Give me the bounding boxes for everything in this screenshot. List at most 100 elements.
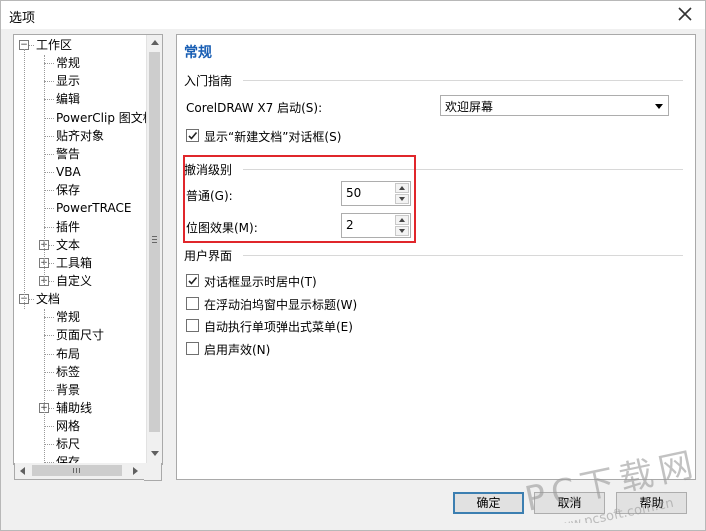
tree-connector (44, 172, 54, 174)
tree-connector (44, 99, 54, 101)
tree-item-label: 显示 (56, 74, 81, 89)
tree-item-label: 保存 (56, 183, 81, 198)
tree-hscroll-thumb[interactable] (32, 465, 122, 476)
tree-connector (44, 208, 54, 210)
tree-item[interactable]: 工具箱 (56, 254, 92, 272)
chevron-down-icon (655, 104, 663, 109)
section-user-interface: 用户界面 (184, 249, 233, 263)
tree-horizontal-scrollbar[interactable] (14, 463, 146, 480)
tree-item-label: 插件 (56, 219, 81, 234)
tree-scroll-thumb[interactable] (149, 52, 160, 432)
tree-connector (44, 353, 54, 355)
settings-panel: 常规 入门指南 CorelDRAW X7 启动(S): 欢迎屏幕 显示“新建文档… (176, 34, 696, 480)
show-new-doc-checkbox[interactable] (186, 129, 199, 142)
tree-item[interactable]: PowerTRACE (56, 199, 131, 217)
options-dialog: 选项 工作区 − 常规 显示 编辑 PowerClip 图文框 贴齐对象 警告 VBA 保存 Pow… (0, 0, 706, 531)
tree-item-label: 文本 (56, 237, 81, 252)
tree-item[interactable]: VBA (56, 163, 81, 181)
tree-connector (44, 309, 45, 464)
tree-connector (24, 49, 25, 309)
checkmark-icon (188, 276, 198, 285)
tree-item-label: 布局 (56, 346, 81, 361)
tree-connector (44, 335, 54, 337)
tree-connector (44, 226, 54, 228)
tree-item-label: 自定义 (56, 273, 93, 288)
tree-item[interactable]: 文本 (56, 236, 80, 254)
scroll-down-arrow-icon[interactable] (151, 451, 159, 456)
section-divider (243, 255, 683, 256)
tree-item[interactable]: 页面尺寸 (56, 326, 104, 344)
tree-item-label: 贴齐对象 (56, 128, 105, 143)
tree-item-label: 工具箱 (56, 255, 93, 270)
tree-item[interactable]: 警告 (56, 145, 80, 163)
ui-option-label: 对话框显示时居中(T) (204, 275, 317, 289)
ui-option-label: 自动执行单项弹出式菜单(E) (204, 320, 353, 334)
startup-label: CorelDRAW X7 启动(S): (186, 101, 323, 115)
tree-item-label: 网格 (56, 419, 81, 434)
scroll-up-arrow-icon[interactable] (151, 40, 159, 45)
tree-item[interactable]: 编辑 (56, 90, 80, 108)
tree-item[interactable]: 插件 (56, 218, 80, 236)
tree-item[interactable]: 工作区 (36, 36, 72, 54)
dialog-title: 选项 (9, 11, 36, 26)
tree-connector (44, 190, 54, 192)
tree-connector (44, 153, 54, 155)
tree-item-label: 工作区 (36, 38, 73, 52)
tree-connector (44, 117, 54, 119)
panel-title: 常规 (184, 45, 212, 61)
tree-item[interactable]: 常规 (56, 308, 80, 326)
ui-option-label: 启用声效(N) (204, 342, 271, 357)
close-button[interactable] (673, 3, 697, 25)
ui-option-label: 在浮动泊坞窗中显示标题(W) (204, 297, 358, 312)
tree-item-label: 常规 (56, 56, 81, 71)
tree-item-label: 文档 (36, 292, 61, 307)
category-tree[interactable]: 工作区 − 常规 显示 编辑 PowerClip 图文框 贴齐对象 警告 VBA 保存 PowerT… (13, 34, 163, 465)
section-divider (243, 80, 683, 81)
tree-item[interactable]: PowerClip 图文框 (56, 109, 155, 127)
tree-item[interactable]: 自定义 (56, 272, 92, 290)
ui-option-checkbox[interactable] (186, 341, 199, 355)
tree-item-label: 页面尺寸 (56, 328, 105, 343)
tree-connector (44, 444, 54, 446)
tree-item[interactable]: 标尺 (56, 435, 80, 453)
startup-dropdown[interactable]: 欢迎屏幕 (440, 95, 669, 116)
ui-option-checkbox[interactable] (186, 319, 199, 332)
scroll-right-arrow-icon[interactable] (133, 467, 138, 475)
tree-connector (44, 371, 54, 373)
title-bar: 选项 (1, 1, 705, 29)
tree-item[interactable]: 背景 (56, 381, 80, 399)
close-icon (678, 7, 692, 21)
ui-option-checkbox[interactable] (186, 274, 199, 287)
tree-item-label: PowerTRACE (56, 201, 132, 216)
tree-connector (44, 389, 54, 391)
ui-option-checkbox[interactable] (186, 296, 199, 310)
tree-connector (44, 135, 54, 137)
tree-item-label: 背景 (56, 382, 81, 397)
tree-item[interactable]: 保存 (56, 181, 80, 199)
tree-item-label: 辅助线 (56, 401, 93, 415)
tree-items: 工作区 − 常规 显示 编辑 PowerClip 图文框 贴齐对象 警告 VBA 保存 PowerT… (14, 35, 155, 464)
tree-item-label: PowerClip 图文框 (56, 110, 155, 125)
scroll-left-arrow-icon[interactable] (20, 467, 25, 475)
scroll-corner (144, 463, 162, 481)
tree-item[interactable]: 辅助线 (56, 399, 92, 417)
startup-dropdown-value: 欢迎屏幕 (445, 100, 494, 114)
tree-item[interactable]: 网格 (56, 417, 80, 435)
tree-item[interactable]: 布局 (56, 345, 80, 363)
tree-item[interactable]: 贴齐对象 (56, 127, 104, 145)
checkmark-icon (188, 131, 198, 140)
tree-item[interactable]: 常规 (56, 54, 80, 72)
section-getting-started: 入门指南 (184, 74, 233, 88)
tree-item-label: 编辑 (56, 92, 81, 107)
tree-item[interactable]: 标签 (56, 363, 80, 381)
tree-connector (44, 81, 54, 83)
tree-item-label: 警告 (56, 146, 81, 161)
tree-vertical-scrollbar[interactable] (146, 35, 162, 464)
tree-item-label: VBA (56, 165, 81, 180)
tree-item[interactable]: 显示 (56, 72, 80, 90)
tree-connector (44, 55, 45, 285)
tree-connector (44, 426, 54, 428)
tree-item-label: 标签 (56, 364, 81, 379)
ok-button[interactable]: 确定 (453, 492, 524, 514)
tree-item[interactable]: 文档 (36, 290, 60, 308)
